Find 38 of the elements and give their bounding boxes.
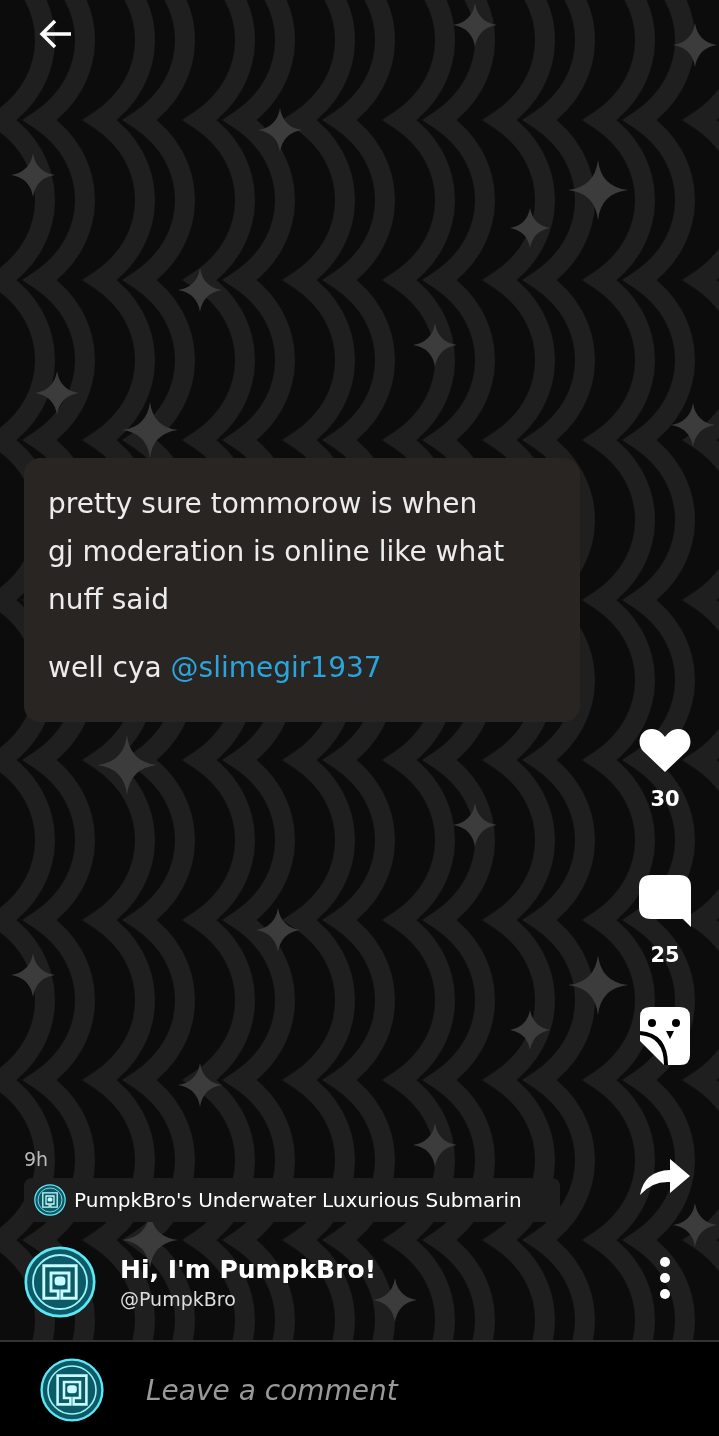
sparkle-icon — [35, 371, 79, 415]
sparkle-icon — [453, 803, 497, 847]
mention-link[interactable]: @slimegir1937 — [170, 651, 382, 684]
sparkle-icon — [568, 955, 628, 1015]
author-title[interactable]: Hi, I'm PumpkBro! — [120, 1254, 377, 1284]
speech-bubble-icon[interactable] — [637, 873, 693, 929]
sparkle-icon — [671, 403, 715, 447]
author-handle[interactable]: @PumpkBro — [120, 1287, 377, 1310]
post-text: pretty sure tommorow is when gj moderation is online like what nuff said — [48, 486, 506, 618]
sparkle-icon — [673, 23, 717, 67]
sparkle-icon — [122, 402, 178, 458]
sparkle-icon — [256, 908, 300, 952]
sparkle-icon — [510, 1010, 550, 1050]
sparkle-icon — [453, 3, 497, 47]
sparkle-icon — [413, 1123, 457, 1167]
sparkle-icon — [11, 953, 55, 997]
post-time: 9h — [24, 1148, 50, 1170]
sparkle-icon — [413, 323, 457, 367]
sparkle-icon — [258, 108, 302, 152]
comment-count: 25 — [650, 943, 680, 967]
community-chip[interactable]: PumpkBro's Underwater Luxurious Submarin — [24, 1178, 560, 1222]
sparkle-icon — [673, 1203, 717, 1247]
user-avatar — [40, 1358, 104, 1422]
sparkle-icon — [11, 153, 55, 197]
sparkle-icon — [178, 1063, 222, 1107]
like-count: 30 — [650, 787, 680, 811]
sparkle-icon — [373, 1278, 417, 1322]
post-text: well cya @slimegir1937 — [48, 650, 383, 686]
sparkle-icon — [97, 735, 157, 795]
sparkle-icon — [178, 268, 222, 312]
sticker-icon[interactable] — [638, 1005, 692, 1067]
sparkle-icon — [568, 160, 628, 220]
heart-icon[interactable] — [638, 727, 692, 773]
share-arrow-icon[interactable] — [638, 1157, 692, 1197]
community-avatar-icon — [34, 1184, 66, 1216]
sparkle-icon — [510, 208, 550, 248]
comment-field[interactable]: Leave a comment — [144, 1372, 719, 1408]
author-avatar — [24, 1246, 96, 1318]
